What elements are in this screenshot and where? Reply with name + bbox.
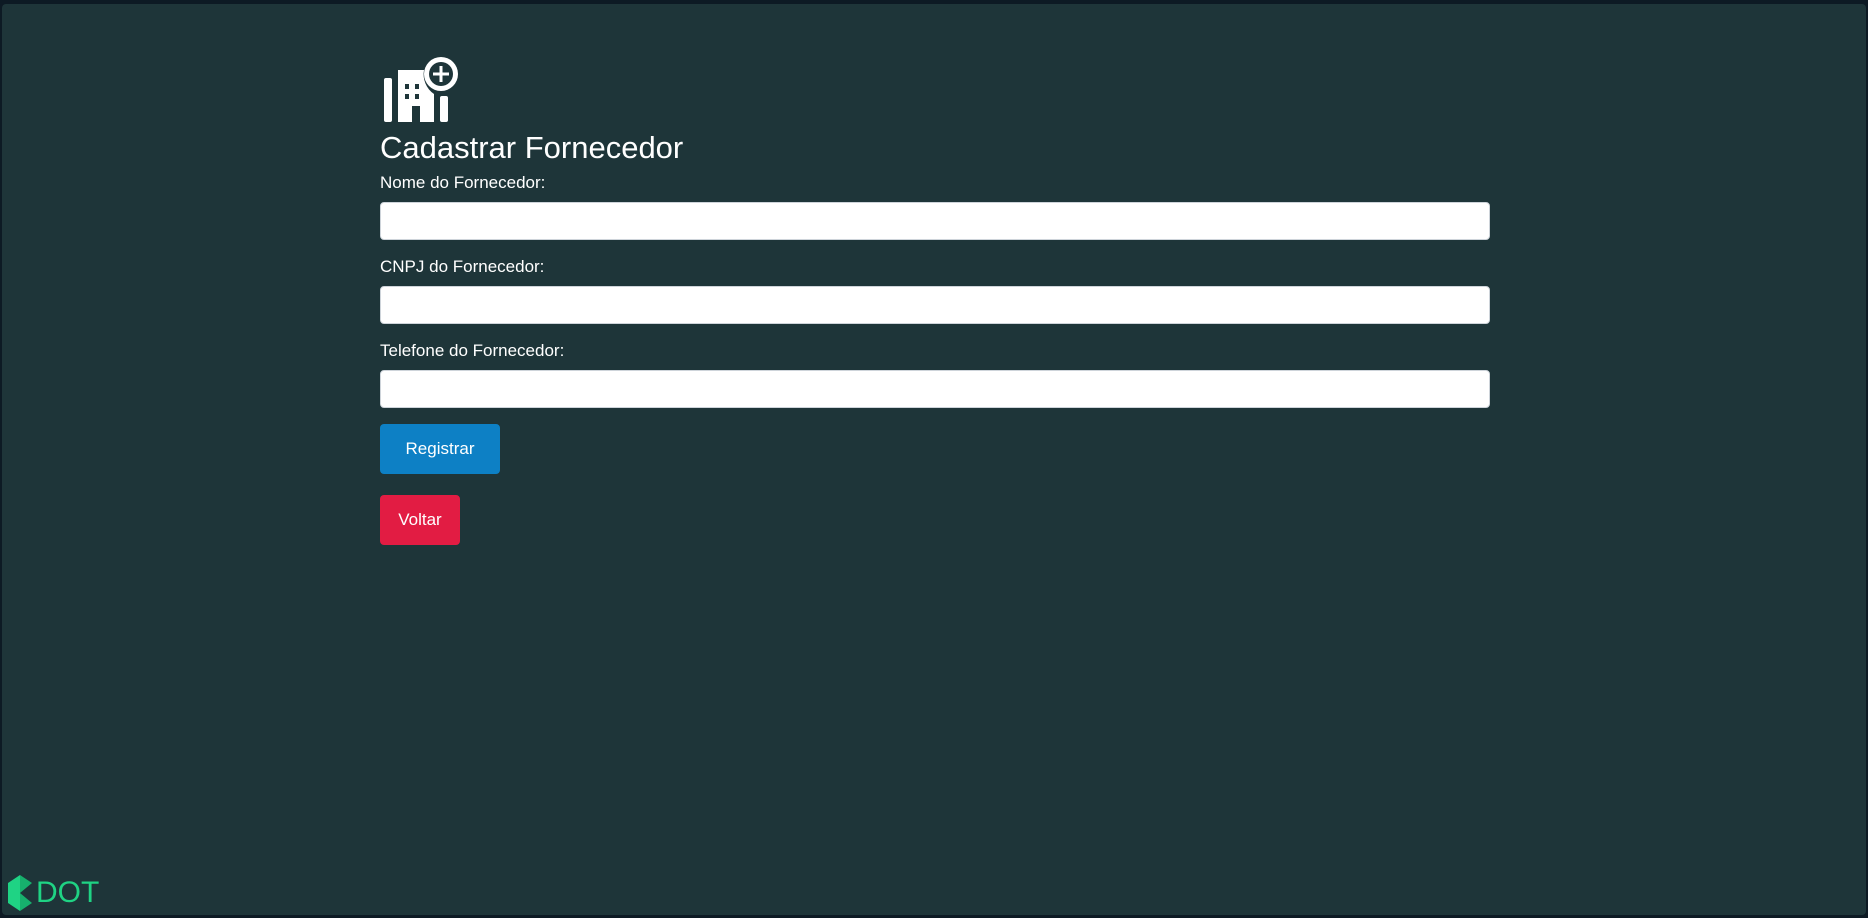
supplier-name-label: Nome do Fornecedor:	[380, 173, 546, 192]
register-button[interactable]: Registrar	[380, 424, 500, 474]
register-button-row: Registrar	[380, 408, 1492, 474]
supplier-form-container: Cadastrar Fornecedor Nome do Fornecedor:…	[380, 56, 1492, 545]
supplier-cnpj-label: CNPJ do Fornecedor:	[380, 257, 545, 276]
back-button-row: Voltar	[380, 474, 1492, 545]
supplier-cnpj-input[interactable]	[380, 286, 1490, 324]
hospital-add-icon	[384, 57, 458, 122]
brand-logo: DOT	[6, 871, 99, 915]
supplier-phone-input[interactable]	[380, 370, 1490, 408]
brand-text: DOT	[36, 876, 100, 909]
back-button[interactable]: Voltar	[380, 495, 460, 545]
supplier-name-input[interactable]	[380, 202, 1490, 240]
page-title: Cadastrar Fornecedor	[380, 130, 684, 165]
app-window: Cadastrar Fornecedor Nome do Fornecedor:…	[2, 4, 1866, 915]
dot-logo-icon	[8, 875, 32, 911]
supplier-phone-label: Telefone do Fornecedor:	[380, 341, 565, 360]
